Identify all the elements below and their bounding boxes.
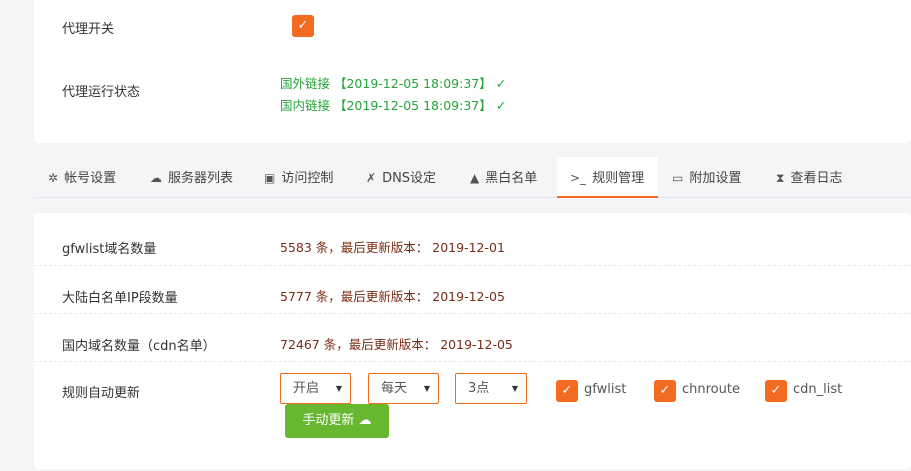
- chevron-down-icon: ▼: [423, 384, 430, 393]
- proxy-switch-label: 代理开关: [62, 22, 115, 37]
- foreign-link-status: 国外链接 【2019-12-05 18:09:37】 ✓: [280, 76, 507, 91]
- tab-account-settings[interactable]: ✲ 帐号设置: [48, 157, 116, 197]
- cdn-count-value: 72467 条，最后更新版本： 2019-12-05: [280, 337, 513, 352]
- tab-label: 帐号设置: [64, 171, 117, 186]
- domestic-link-status: 国内链接 【2019-12-05 18:09:37】 ✓: [280, 98, 507, 113]
- whitelist-count-label: 大陆白名单IP段数量: [62, 291, 178, 306]
- chnroute-checkbox[interactable]: ✓: [654, 380, 676, 402]
- settings-tabbar: ✲ 帐号设置 ☁ 服务器列表 ▣ 访问控制 ✗ DNS设定 ▲ 黑白名单 >_ 规则管理 ▭…: [34, 157, 911, 198]
- check-icon: ✓: [297, 18, 309, 33]
- terminal-icon: >_: [570, 171, 587, 185]
- tab-additional-settings[interactable]: ▭ 附加设置: [672, 157, 741, 197]
- active-tab-indicator: [557, 196, 658, 198]
- tab-label: 规则管理: [592, 171, 645, 186]
- tab-dns-settings[interactable]: ✗ DNS设定: [366, 157, 436, 197]
- tab-black-white-list[interactable]: ▲ 黑白名单: [470, 157, 537, 197]
- check-icon: ✓: [561, 383, 573, 398]
- auto-update-label: 规则自动更新: [62, 386, 141, 401]
- manual-update-button[interactable]: 手动更新 ☁: [285, 404, 389, 438]
- select-value: 3点: [468, 381, 490, 396]
- cdn-list-option-label: cdn_list: [793, 382, 843, 397]
- auto-update-enable-select[interactable]: 开启 ▼: [280, 373, 351, 404]
- proxy-switch-checkbox[interactable]: ✓: [292, 15, 314, 37]
- proxy-status-card: [34, 0, 911, 143]
- chevron-down-icon: ▼: [335, 384, 342, 393]
- row-divider: [34, 361, 911, 362]
- update-frequency-select[interactable]: 每天 ▼: [368, 373, 439, 404]
- chnroute-option-label: chnroute: [682, 382, 740, 397]
- tab-view-logs[interactable]: ⧗ 查看日志: [776, 157, 842, 197]
- cdn-list-checkbox[interactable]: ✓: [765, 380, 787, 402]
- row-divider: [34, 313, 911, 314]
- tab-label: 黑白名单: [485, 171, 538, 186]
- tab-rule-management[interactable]: >_ 规则管理: [557, 157, 658, 198]
- gfwlist-count-value: 5583 条，最后更新版本： 2019-12-01: [280, 240, 505, 255]
- tab-label: 服务器列表: [168, 171, 234, 186]
- tab-access-control[interactable]: ▣ 访问控制: [264, 157, 333, 197]
- gfwlist-count-label: gfwlist域名数量: [62, 242, 157, 257]
- check-icon: ✓: [770, 383, 782, 398]
- monitor-icon: ▭: [672, 171, 684, 185]
- row-divider: [34, 265, 911, 266]
- cdn-count-label: 国内域名数量（cdn名单）: [62, 339, 216, 354]
- tab-label: 查看日志: [790, 171, 843, 186]
- gear-icon: ✲: [48, 171, 59, 185]
- lock-icon: ▣: [264, 171, 276, 185]
- gfwlist-checkbox[interactable]: ✓: [556, 380, 578, 402]
- hourglass-icon: ⧗: [776, 171, 785, 185]
- tab-label: 访问控制: [281, 171, 334, 186]
- chevron-down-icon: ▼: [511, 384, 518, 393]
- gfwlist-option-label: gfwlist: [584, 382, 627, 397]
- select-value: 开启: [293, 381, 320, 396]
- warning-icon: ▲: [470, 171, 480, 185]
- cloud-icon: ☁: [150, 171, 162, 185]
- tab-label: DNS设定: [382, 171, 437, 186]
- whitelist-count-value: 5777 条，最后更新版本： 2019-12-05: [280, 289, 505, 304]
- update-hour-select[interactable]: 3点 ▼: [455, 373, 527, 404]
- proxy-status-label: 代理运行状态: [62, 85, 141, 100]
- tools-icon: ✗: [366, 171, 377, 185]
- tab-label: 附加设置: [689, 171, 742, 186]
- check-icon: ✓: [659, 383, 671, 398]
- tab-server-list[interactable]: ☁ 服务器列表: [150, 157, 233, 197]
- select-value: 每天: [381, 381, 408, 396]
